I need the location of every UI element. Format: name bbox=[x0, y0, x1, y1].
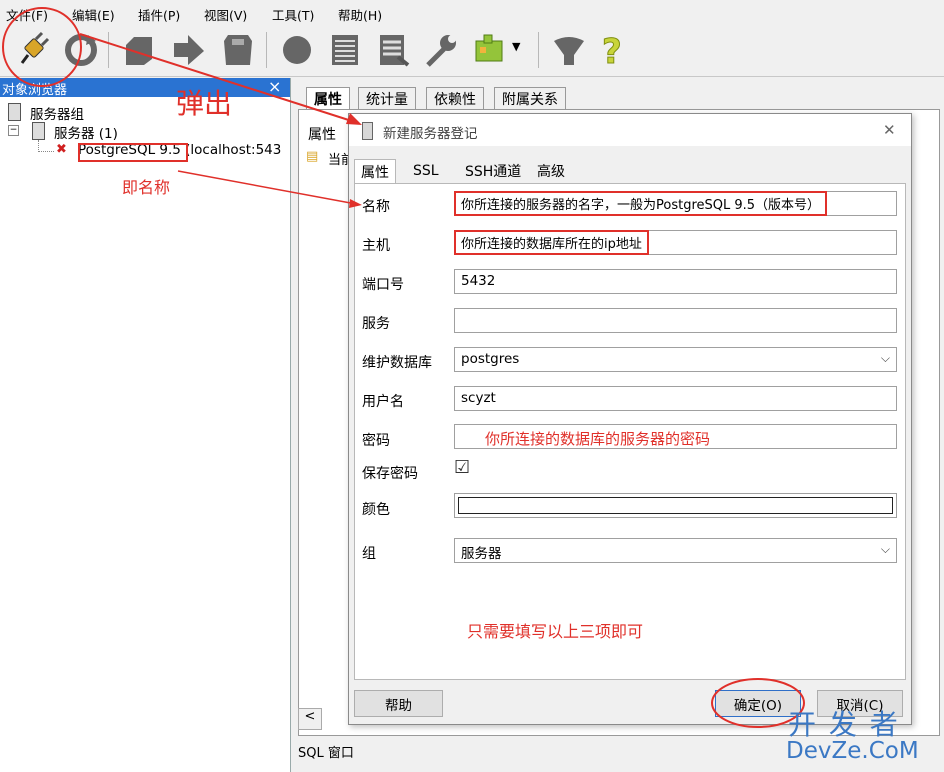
username-label: 用户名 bbox=[362, 394, 404, 410]
properties-label: 属性 bbox=[308, 127, 336, 143]
help-icon[interactable]: ? bbox=[590, 29, 632, 71]
group-value: 服务器 bbox=[461, 546, 502, 562]
property-icon: ▤ bbox=[306, 149, 319, 164]
instruction-note: 只需要填写以上三项即可 bbox=[467, 622, 644, 641]
username-field[interactable]: scyzt bbox=[454, 386, 897, 411]
port-label: 端口号 bbox=[362, 277, 404, 293]
create-icon[interactable] bbox=[168, 29, 210, 71]
menu-edit[interactable]: 编辑(E) bbox=[72, 5, 115, 24]
menu-file[interactable]: 文件(F) bbox=[6, 5, 48, 24]
group-select[interactable]: 服务器 ⌵ bbox=[454, 538, 897, 563]
dialog-tab-properties[interactable]: 属性 bbox=[354, 159, 396, 184]
name-label: 名称 bbox=[362, 199, 390, 215]
data-icon[interactable] bbox=[372, 29, 414, 71]
refresh-icon[interactable] bbox=[60, 29, 102, 71]
color-picker[interactable] bbox=[454, 493, 897, 518]
menu-plugins[interactable]: 插件(P) bbox=[138, 5, 180, 24]
maintenance-db-label: 维护数据库 bbox=[362, 355, 432, 371]
close-icon[interactable]: × bbox=[268, 77, 281, 96]
toolbar: ▼ ? bbox=[0, 26, 944, 77]
maintenance-db-value: postgres bbox=[461, 351, 520, 367]
server-icon bbox=[32, 122, 45, 140]
svg-text:?: ? bbox=[602, 32, 622, 69]
server-icon bbox=[362, 122, 373, 140]
password-hint: 你所连接的数据库的服务器的密码 bbox=[485, 430, 711, 448]
filter-icon[interactable] bbox=[548, 29, 590, 71]
menu-view[interactable]: 视图(V) bbox=[204, 5, 247, 24]
dialog-tab-ssl[interactable]: SSL bbox=[407, 159, 445, 183]
chevron-down-icon[interactable]: ▼ bbox=[512, 40, 520, 53]
plugin-icon[interactable] bbox=[468, 29, 510, 71]
port-field[interactable]: 5432 bbox=[454, 269, 897, 294]
menu-tools[interactable]: 工具(T) bbox=[272, 5, 314, 24]
menu-bar: 文件(F) 编辑(E) 插件(P) 视图(V) 工具(T) 帮助(H) bbox=[0, 0, 944, 26]
save-password-label: 保存密码 bbox=[362, 466, 418, 482]
service-field[interactable] bbox=[454, 308, 897, 333]
tab-dependencies[interactable]: 依赖性 bbox=[426, 87, 484, 109]
name-value: 你所连接的服务器的名字，一般为PostgreSQL 9.5（版本号） bbox=[454, 191, 828, 216]
dialog-tab-ssh[interactable]: SSH通道 bbox=[459, 159, 527, 183]
scroll-left-button[interactable]: < bbox=[298, 708, 322, 730]
drop-icon[interactable] bbox=[216, 29, 258, 71]
dialog-title-bar: 新建服务器登记 ✕ bbox=[349, 114, 911, 146]
maintenance-db-select[interactable]: postgres ⌵ bbox=[454, 347, 897, 372]
chevron-down-icon: ⌵ bbox=[880, 351, 890, 365]
host-value: 你所连接的数据库所在的ip地址 bbox=[454, 230, 649, 255]
tab-dependents[interactable]: 附属关系 bbox=[494, 87, 566, 109]
object-browser-title-bar: 对象浏览器 × bbox=[0, 77, 290, 98]
dialog-form: 名称 你所连接的服务器的名字，一般为PostgreSQL 9.5（版本号） 主机… bbox=[354, 183, 906, 680]
object-browser: 对象浏览器 × 服务器组 − 服务器 (1) ✖ PostgreSQL 9.5 … bbox=[0, 77, 291, 772]
group-label: 组 bbox=[362, 546, 376, 562]
chevron-down-icon: ⌵ bbox=[880, 542, 890, 556]
menu-help[interactable]: 帮助(H) bbox=[338, 5, 382, 24]
dialog-tab-advanced[interactable]: 高级 bbox=[531, 159, 571, 183]
password-field[interactable]: 你所连接的数据库的服务器的密码 bbox=[454, 424, 897, 449]
wrench-icon[interactable] bbox=[420, 29, 462, 71]
object-icon[interactable] bbox=[118, 29, 160, 71]
sql-icon[interactable] bbox=[276, 29, 318, 71]
save-password-checkbox[interactable]: ☑ bbox=[454, 457, 470, 478]
dialog-title: 新建服务器登记 bbox=[383, 126, 478, 142]
name-field[interactable]: 你所连接的服务器的名字，一般为PostgreSQL 9.5（版本号） bbox=[454, 191, 897, 216]
color-label: 颜色 bbox=[362, 502, 390, 518]
collapse-icon[interactable]: − bbox=[8, 125, 19, 136]
sql-window-label: SQL 窗口 bbox=[298, 746, 354, 761]
watermark-text-bottom: DevZe.CoM bbox=[786, 738, 919, 764]
host-field[interactable]: 你所连接的数据库所在的ip地址 bbox=[454, 230, 897, 255]
tree-server-item[interactable]: PostgreSQL 9.5 (localhost:543 bbox=[78, 142, 281, 158]
tab-properties[interactable]: 属性 bbox=[306, 87, 350, 109]
tree-server-group[interactable]: 服务器组 bbox=[30, 103, 84, 123]
service-label: 服务 bbox=[362, 316, 390, 332]
disconnected-icon: ✖ bbox=[56, 142, 67, 157]
server-group-icon bbox=[8, 103, 21, 121]
object-browser-title: 对象浏览器 bbox=[2, 83, 68, 98]
help-button[interactable]: 帮助 bbox=[354, 690, 443, 717]
tree-servers[interactable]: 服务器 (1) bbox=[54, 122, 118, 142]
tab-statistics[interactable]: 统计量 bbox=[358, 87, 416, 109]
watermark-text-top: 开 发 者 bbox=[788, 708, 900, 741]
close-icon[interactable]: ✕ bbox=[883, 121, 896, 139]
plug-icon[interactable] bbox=[12, 29, 54, 71]
new-server-dialog: 新建服务器登记 ✕ 属性 SSL SSH通道 高级 名称 你所连接的服务器的名字… bbox=[348, 113, 912, 725]
password-label: 密码 bbox=[362, 433, 390, 449]
host-label: 主机 bbox=[362, 238, 390, 254]
table-icon[interactable] bbox=[324, 29, 366, 71]
